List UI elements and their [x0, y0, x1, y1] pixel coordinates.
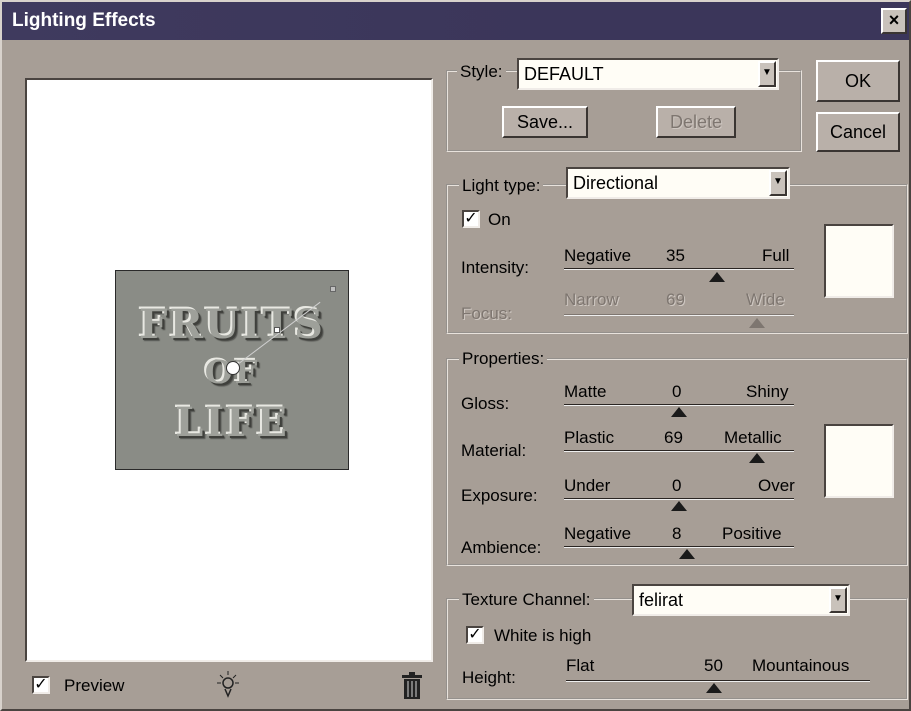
intensity-min: Negative: [564, 246, 632, 265]
white-is-high-label: White is high: [494, 626, 592, 645]
gloss-label: Gloss:: [461, 394, 510, 413]
ambience-min: Negative: [564, 524, 632, 543]
focus-label: Focus:: [461, 304, 513, 323]
chevron-down-icon[interactable]: ▼: [829, 587, 847, 613]
height-thumb[interactable]: [706, 683, 722, 693]
preview-text-line3: LIFE: [175, 399, 289, 446]
ambience-label: Ambience:: [461, 538, 542, 557]
material-max: Metallic: [724, 428, 782, 447]
ambient-color-swatch[interactable]: [824, 424, 894, 498]
exposure-value: 0: [672, 476, 682, 495]
ambience-slider[interactable]: [564, 546, 794, 548]
style-label: Style:: [457, 62, 506, 82]
height-max: Mountainous: [752, 656, 850, 675]
gloss-max: Shiny: [746, 382, 789, 401]
height-value: 50: [704, 656, 723, 675]
chevron-down-icon[interactable]: ▼: [769, 170, 787, 196]
intensity-label: Intensity:: [461, 258, 530, 277]
preview-image: FRUITS OF LIFE: [115, 270, 349, 470]
focus-value: 69: [666, 290, 685, 309]
light-end-handle[interactable]: [330, 286, 336, 292]
close-button[interactable]: ×: [881, 8, 907, 34]
texture-channel-select[interactable]: felirat ▼: [632, 584, 850, 616]
texture-channel-value: felirat: [639, 590, 684, 610]
style-value: DEFAULT: [524, 64, 604, 84]
light-color-swatch[interactable]: [824, 224, 894, 298]
preview-checkbox[interactable]: ✓: [32, 676, 50, 694]
height-slider[interactable]: [566, 680, 870, 682]
intensity-slider[interactable]: [564, 268, 794, 270]
exposure-max: Over: [758, 476, 795, 495]
material-slider[interactable]: [564, 450, 794, 452]
material-value: 69: [664, 428, 683, 447]
on-checkbox[interactable]: ✓: [462, 210, 480, 228]
intensity-value: 35: [666, 246, 685, 265]
preview-label: Preview: [64, 676, 125, 695]
gloss-thumb[interactable]: [671, 407, 687, 417]
intensity-max: Full: [762, 246, 790, 265]
ambience-max: Positive: [722, 524, 782, 543]
light-mid-handle[interactable]: [274, 327, 280, 333]
preview-area[interactable]: FRUITS OF LIFE: [25, 78, 433, 662]
exposure-slider[interactable]: [564, 498, 794, 500]
gloss-min: Matte: [564, 382, 607, 401]
height-label: Height:: [462, 668, 516, 687]
light-type-value: Directional: [573, 173, 659, 193]
texture-channel-label: Texture Channel:: [459, 590, 594, 610]
white-is-high-checkbox[interactable]: ✓: [466, 626, 484, 644]
on-label: On: [488, 210, 511, 229]
properties-label: Properties:: [459, 349, 548, 369]
height-min: Flat: [566, 656, 595, 675]
save-button[interactable]: Save...: [502, 106, 588, 138]
focus-slider[interactable]: [564, 314, 794, 316]
gloss-slider[interactable]: [564, 404, 794, 406]
cancel-button[interactable]: Cancel: [816, 112, 900, 152]
material-label: Material:: [461, 441, 527, 460]
material-min: Plastic: [564, 428, 615, 447]
ok-button[interactable]: OK: [816, 60, 900, 102]
gloss-value: 0: [672, 382, 682, 401]
material-thumb[interactable]: [749, 453, 765, 463]
window-title: Lighting Effects: [12, 10, 156, 31]
focus-thumb[interactable]: [749, 318, 765, 328]
light-type-label: Light type:: [459, 176, 544, 196]
delete-button[interactable]: Delete: [656, 106, 736, 138]
ambience-thumb[interactable]: [679, 549, 695, 559]
exposure-label: Exposure:: [461, 486, 538, 505]
exposure-min: Under: [564, 476, 611, 495]
chevron-down-icon[interactable]: ▼: [758, 61, 776, 87]
ambience-value: 8: [672, 524, 682, 543]
light-bulb-icon[interactable]: [214, 670, 242, 706]
trash-icon[interactable]: [400, 672, 424, 706]
title-bar: Lighting Effects ×: [2, 2, 909, 40]
light-type-select[interactable]: Directional ▼: [566, 167, 790, 199]
intensity-thumb[interactable]: [709, 272, 725, 282]
focus-max: Wide: [746, 290, 785, 309]
style-select[interactable]: DEFAULT ▼: [517, 58, 779, 90]
light-center-handle[interactable]: [226, 361, 240, 375]
exposure-thumb[interactable]: [671, 501, 687, 511]
focus-min: Narrow: [564, 290, 619, 309]
